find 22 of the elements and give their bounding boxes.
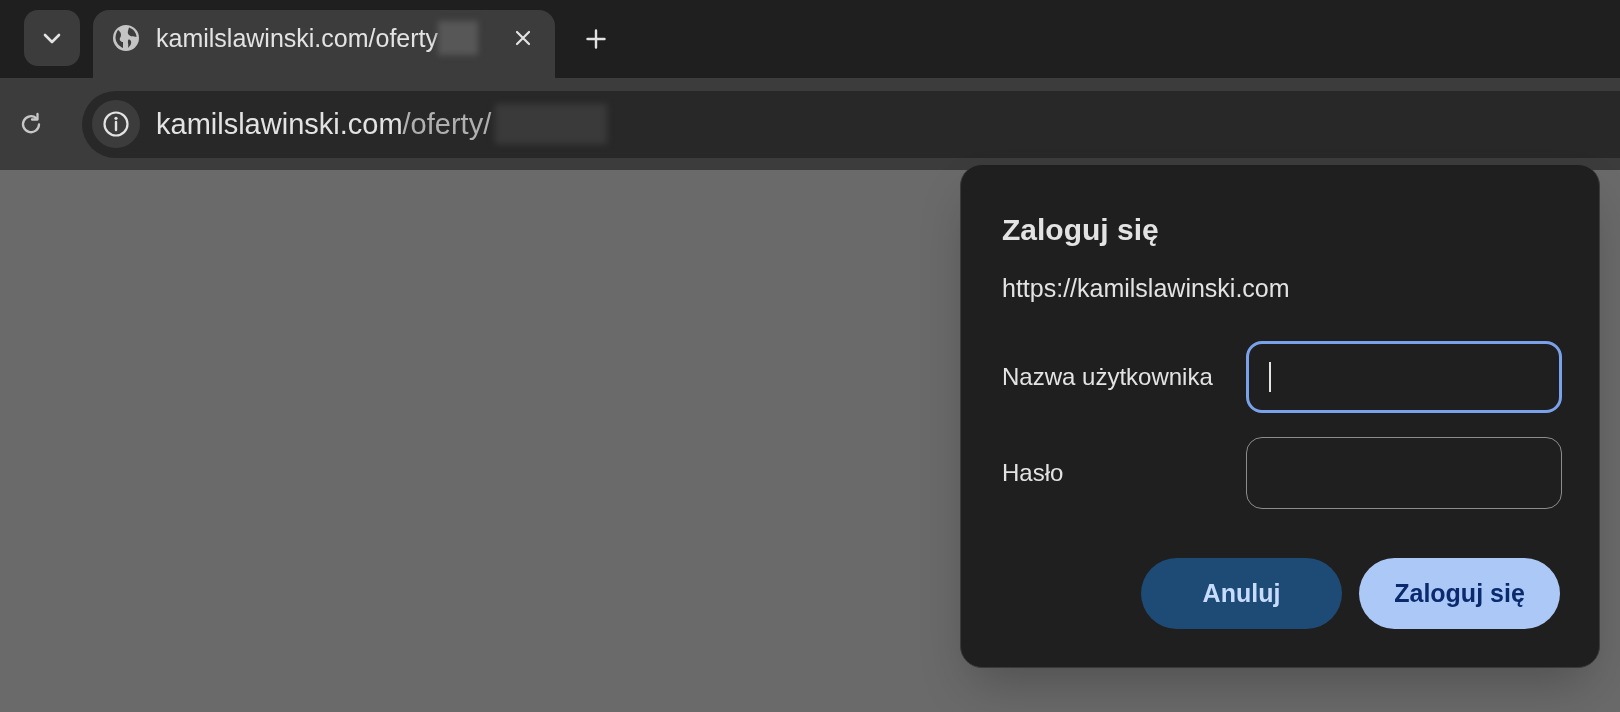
dialog-title: Zaloguj się — [1002, 212, 1159, 248]
browser-tab[interactable]: kamilslawinski.com/oferty — [93, 10, 555, 78]
close-icon — [515, 30, 531, 46]
address-bar[interactable]: kamilslawinski.com/oferty/ — [82, 90, 1620, 158]
text-field[interactable] — [1246, 341, 1562, 413]
redaction-blur — [438, 21, 478, 55]
cancel-button[interactable]: Anuluj — [1141, 558, 1342, 629]
field-label: Hasło — [1002, 458, 1064, 488]
globe-icon — [113, 25, 139, 51]
close-tab-button[interactable] — [513, 28, 533, 48]
info-icon[interactable] — [92, 100, 140, 148]
chevron-down-icon — [43, 32, 61, 44]
text-cursor — [1269, 362, 1271, 392]
field-label: Nazwa użytkownika — [1002, 362, 1213, 392]
plus-icon — [586, 29, 606, 49]
text-field[interactable] — [1246, 437, 1562, 509]
tab-list-button[interactable] — [24, 10, 80, 66]
address-text: kamilslawinski.com/oferty/ — [156, 107, 492, 141]
site-origin: https://kamilslawinski.com — [1002, 273, 1290, 303]
reload-icon — [19, 112, 43, 136]
tab-title: kamilslawinski.com/oferty — [156, 23, 438, 53]
sign-in-button[interactable]: Zaloguj się — [1359, 558, 1560, 629]
